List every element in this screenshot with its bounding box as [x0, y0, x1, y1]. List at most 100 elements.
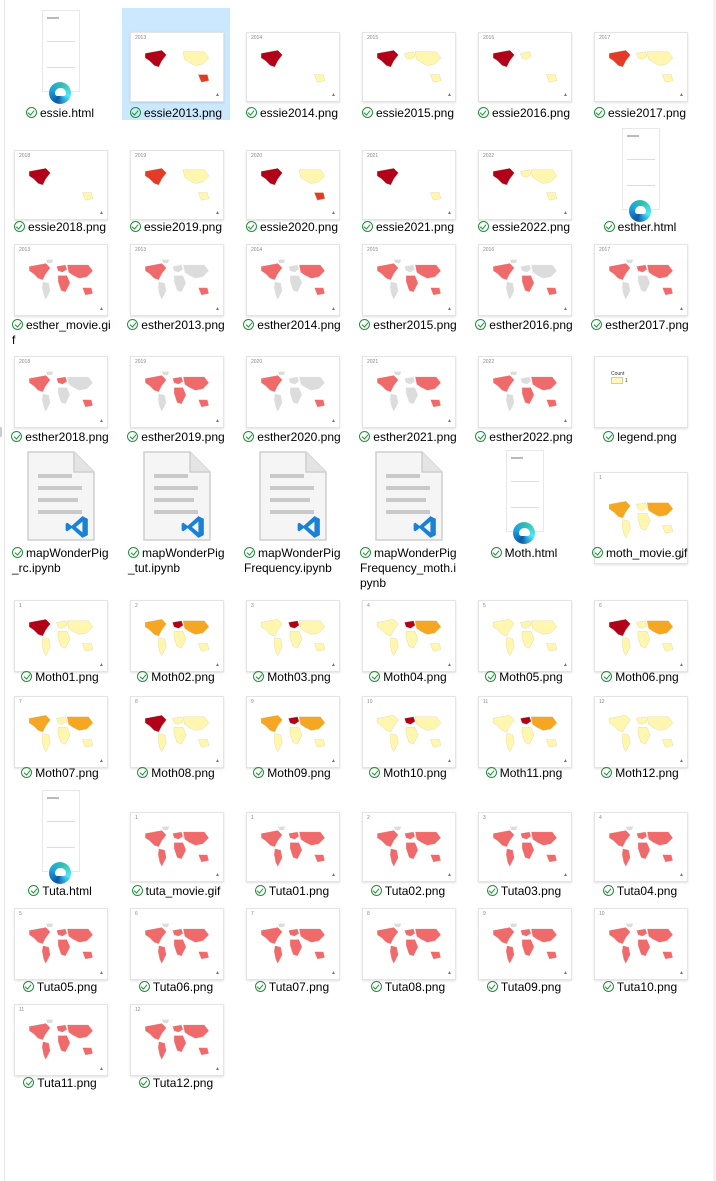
file-item[interactable]: 1 ▲ tuta_movie.gif — [122, 788, 230, 900]
file-item[interactable]: 7 ▲ Tuta07.png — [238, 904, 346, 996]
file-name-label: Tuta08.png — [354, 980, 462, 995]
file-item[interactable]: 2 ▲ Moth02.png — [122, 596, 230, 688]
file-item[interactable]: 2016 ▲ essie2016.png — [470, 8, 578, 120]
file-item[interactable]: 1 ▲ moth_movie.gif — [586, 448, 694, 594]
sync-status-check-icon — [490, 547, 502, 558]
file-item[interactable]: 2014 ▲ essie2014.png — [238, 8, 346, 120]
file-item[interactable]: 12 ▲ Tuta12.png — [122, 1000, 230, 1092]
file-name: Moth02.png — [151, 670, 215, 684]
file-item[interactable]: mapWonderPigFrequency.ipynb — [238, 448, 346, 594]
file-item[interactable]: 2021 ▲ esther2021.png — [354, 352, 462, 444]
file-item[interactable]: 2013 ▲ esther2013.png — [122, 240, 230, 346]
file-name: Tuta10.png — [616, 980, 678, 994]
file-item[interactable]: 2013 ▲ essie2013.png — [122, 8, 230, 120]
file-item[interactable]: 11 ▲ Tuta11.png — [6, 1000, 114, 1092]
file-item[interactable]: 2020 ▲ essie2020.png — [238, 126, 346, 238]
region-gl — [277, 259, 286, 264]
file-item[interactable]: 1 ▲ Tuta01.png — [238, 788, 346, 900]
north-arrow-icon: ▲ — [99, 662, 104, 668]
file-item[interactable]: 2019 ▲ esther2019.png — [122, 352, 230, 444]
file-item[interactable]: 8 ▲ Tuta08.png — [354, 904, 462, 996]
file-item[interactable]: mapWonderPig_tut.ipynb — [122, 448, 230, 594]
file-item[interactable]: 4 ▲ Moth04.png — [354, 596, 462, 688]
file-item[interactable]: 2013 ▲ esther_movie.gif — [6, 240, 114, 348]
file-item[interactable]: mapWonderPigFrequency_moth.ipynb — [354, 448, 462, 594]
region-sa — [621, 519, 631, 539]
region-sa — [273, 393, 283, 413]
region-as — [182, 1024, 210, 1039]
file-item[interactable]: 2022 ▲ esther2022.png — [470, 352, 578, 444]
file-item[interactable]: 5 ▲ Moth05.png — [470, 596, 578, 688]
region-as — [530, 928, 558, 943]
file-item[interactable]: 9 ▲ Tuta09.png — [470, 904, 578, 996]
file-name: legend.png — [617, 430, 677, 444]
region-eu — [288, 264, 300, 273]
file-item[interactable]: 8 ▲ Moth08.png — [122, 692, 230, 784]
file-item[interactable]: Tuta.html — [6, 788, 114, 900]
vscode-icon — [296, 514, 322, 540]
region-sa — [157, 945, 167, 965]
file-item[interactable]: 4 ▲ Tuta04.png — [586, 788, 694, 900]
file-name-label: esther2018.png — [6, 430, 114, 445]
thumbnail-title: 2021 — [367, 359, 379, 365]
file-item[interactable]: 7 ▲ Moth07.png — [6, 692, 114, 784]
file-item[interactable]: 3 ▲ Tuta03.png — [470, 788, 578, 900]
file-item[interactable]: 3 ▲ Moth03.png — [238, 596, 346, 688]
file-item[interactable]: 2015 ▲ esther2015.png — [354, 240, 462, 346]
region-as — [66, 1024, 94, 1039]
file-item[interactable]: 2021 ▲ essie2021.png — [354, 126, 462, 238]
map-thumbnail-graphic — [608, 923, 674, 965]
file-item[interactable]: 1 ▲ Moth01.png — [6, 596, 114, 688]
north-arrow-icon: ▲ — [679, 970, 684, 976]
file-item[interactable]: 12 ▲ Moth12.png — [586, 692, 694, 784]
file-item[interactable]: 2015 ▲ essie2015.png — [354, 8, 462, 120]
sync-status-check-icon — [603, 431, 615, 442]
region-eu — [520, 620, 532, 629]
file-item[interactable]: 2017 ▲ essie2017.png — [586, 8, 694, 120]
file-item[interactable]: 2014 ▲ esther2014.png — [238, 240, 346, 346]
file-item[interactable]: 2016 ▲ esther2016.png — [470, 240, 578, 346]
file-item[interactable]: 11 ▲ Moth11.png — [470, 692, 578, 784]
region-oc — [430, 74, 442, 83]
region-eu — [520, 376, 532, 385]
file-item[interactable]: 6 ▲ Tuta06.png — [122, 904, 230, 996]
thumbnail-title: 2022 — [483, 359, 495, 365]
file-item[interactable]: 6 ▲ Moth06.png — [586, 596, 694, 688]
map-thumbnail-graphic — [492, 259, 558, 301]
file-item[interactable]: 2018 ▲ esther2018.png — [6, 352, 114, 444]
file-item[interactable]: 2018 ▲ essie2018.png — [6, 126, 114, 238]
region-eu — [520, 51, 532, 60]
file-item[interactable]: 2019 ▲ essie2019.png — [122, 126, 230, 238]
region-na — [608, 263, 631, 281]
region-na — [144, 1023, 167, 1041]
file-item[interactable]: esther.html — [586, 126, 694, 238]
file-item[interactable]: essie.html — [6, 8, 114, 120]
thumbnail-title: 12 — [135, 1007, 141, 1013]
region-na — [28, 927, 51, 945]
region-na — [28, 619, 51, 637]
file-item[interactable]: 2 ▲ Tuta02.png — [354, 788, 462, 900]
file-name: essie.html — [39, 106, 95, 120]
file-item[interactable]: 10 ▲ Moth10.png — [354, 692, 462, 784]
region-gl — [393, 259, 402, 264]
file-name-label: Moth05.png — [470, 670, 578, 685]
file-item[interactable]: 9 ▲ Moth09.png — [238, 692, 346, 784]
thumbnail-title: 2 — [135, 603, 138, 609]
image-thumbnail: 2015 ▲ — [362, 244, 456, 316]
file-item[interactable]: 2017 ▲ esther2017.png — [586, 240, 694, 346]
sync-status-check-icon — [475, 319, 487, 330]
file-item[interactable]: Count 1 legend.png — [586, 352, 694, 444]
region-gl — [161, 259, 170, 264]
file-item[interactable]: 5 ▲ Tuta05.png — [6, 904, 114, 996]
region-oc — [662, 739, 674, 748]
sync-status-check-icon — [486, 885, 498, 896]
file-item[interactable]: Moth.html — [470, 448, 578, 594]
file-item[interactable]: mapWonderPig_rc.ipynb — [6, 448, 114, 594]
file-item[interactable]: 2020 ▲ esther2020.png — [238, 352, 346, 444]
image-thumbnail: 2015 ▲ — [362, 32, 456, 102]
file-name-label: esther_movie.gif — [6, 318, 114, 348]
region-na — [608, 830, 631, 848]
north-arrow-icon: ▲ — [563, 210, 568, 216]
file-item[interactable]: 10 ▲ Tuta10.png — [586, 904, 694, 996]
file-item[interactable]: 2022 ▲ essie2022.png — [470, 126, 578, 238]
